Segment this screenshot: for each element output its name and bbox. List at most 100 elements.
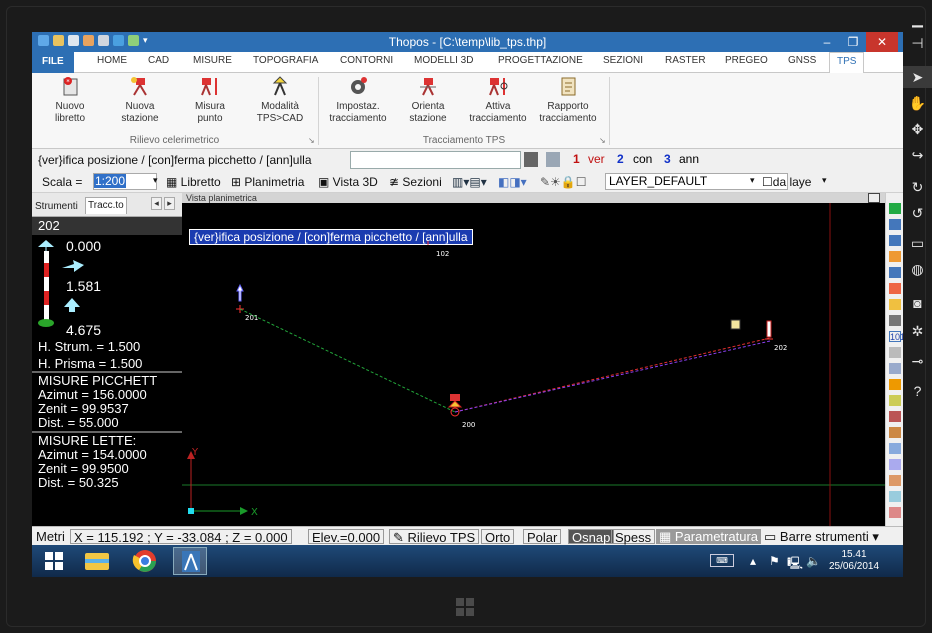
zoom-all-icon[interactable] bbox=[889, 251, 901, 262]
restore-button[interactable]: ❐ bbox=[840, 32, 866, 52]
drawing-canvas[interactable]: 102 201 200 202 X Y bbox=[182, 193, 885, 526]
option-2-label[interactable]: con bbox=[633, 152, 652, 166]
extend-icon[interactable] bbox=[889, 427, 901, 438]
vista-3d-button[interactable]: ▣ Vista 3D bbox=[318, 175, 378, 189]
scale-select[interactable]: 1:200 bbox=[93, 173, 157, 190]
tab-file[interactable]: FILE bbox=[32, 52, 74, 73]
clock[interactable]: 15.41 25/06/2014 bbox=[824, 549, 884, 573]
impostaz-tracciamento-button[interactable]: Impostaz. tracciamento bbox=[323, 75, 393, 125]
zoom-window-icon[interactable] bbox=[889, 219, 901, 230]
trim-icon[interactable] bbox=[889, 411, 901, 422]
tab-pregeo[interactable]: PREGEO bbox=[725, 55, 768, 66]
point-number-icon[interactable]: 101 bbox=[889, 331, 903, 342]
tab-topografia[interactable]: TOPOGRAFIA bbox=[253, 55, 318, 66]
gesture-icon[interactable]: ✥ bbox=[903, 118, 932, 140]
rilievo-tps-toggle[interactable]: ✎ Rilievo TPS bbox=[389, 529, 480, 545]
flag-icon[interactable]: ⚑ bbox=[769, 554, 780, 568]
tab-misure[interactable]: MISURE bbox=[193, 55, 232, 66]
tab-contorni[interactable]: CONTORNI bbox=[340, 55, 393, 66]
tab-progettazione[interactable]: PROGETTAZIONE bbox=[498, 55, 583, 66]
hand-pan-icon[interactable] bbox=[889, 299, 901, 310]
elevation[interactable]: Elev.=0.000 bbox=[308, 529, 385, 545]
tab-sezioni[interactable]: SEZIONI bbox=[603, 55, 643, 66]
tabs-prev-icon[interactable]: ◂ bbox=[151, 197, 162, 210]
camera-icon[interactable]: ◙ bbox=[903, 292, 932, 314]
tab-modelli-3d[interactable]: MODELLI 3D bbox=[414, 55, 473, 66]
rotate-cw-icon[interactable]: ↻ bbox=[903, 176, 932, 198]
tray-expand-icon[interactable]: ▴ bbox=[750, 554, 756, 568]
tab-raster[interactable]: RASTER bbox=[665, 55, 706, 66]
zoom-in-icon[interactable] bbox=[889, 203, 901, 214]
prism-icon[interactable] bbox=[730, 319, 741, 330]
zoom-out-icon[interactable] bbox=[889, 235, 901, 246]
tabs-next-icon[interactable]: ▸ bbox=[164, 197, 175, 210]
polar-toggle[interactable]: Polar bbox=[523, 529, 562, 545]
layer-dropdown-icon[interactable]: ▾ bbox=[750, 175, 755, 186]
layout-icon[interactable]: ▥▾▤▾ bbox=[452, 175, 487, 189]
minimize-button[interactable]: – bbox=[814, 32, 840, 52]
plan-view[interactable]: Vista planimetrica {ver}ifica posizione … bbox=[182, 193, 885, 526]
tab-tps[interactable]: TPS bbox=[829, 52, 865, 74]
circle-icon[interactable] bbox=[889, 395, 901, 406]
misura-punto-button[interactable]: Misura punto bbox=[175, 75, 245, 125]
libretto-button[interactable]: ▦ Libretto bbox=[166, 175, 221, 189]
minimize-panel-icon[interactable]: ▁ bbox=[903, 8, 932, 30]
option-1-label[interactable]: ver bbox=[588, 152, 605, 166]
command-input[interactable] bbox=[350, 151, 521, 169]
layer-select[interactable]: LAYER_DEFAULT bbox=[605, 173, 788, 190]
orienta-stazione-button[interactable]: Orienta stazione bbox=[393, 75, 463, 125]
tracciamento-launcher-icon[interactable]: ↘ bbox=[599, 136, 606, 145]
tab-cad[interactable]: CAD bbox=[148, 55, 169, 66]
settings-icon[interactable]: ✲ bbox=[903, 320, 932, 342]
offset-icon[interactable] bbox=[889, 443, 901, 454]
text-icon[interactable] bbox=[889, 475, 901, 486]
plugin-icon[interactable]: ⊸ bbox=[903, 350, 932, 372]
calculator-icon[interactable] bbox=[524, 152, 538, 167]
planimetria-button[interactable]: ⊞ Planimetria bbox=[231, 175, 304, 189]
thopos-taskbar-icon[interactable] bbox=[173, 547, 207, 575]
tab-gnss[interactable]: GNSS bbox=[788, 55, 816, 66]
help-icon[interactable]: ? bbox=[903, 380, 932, 402]
option-2-number[interactable]: 2 bbox=[617, 152, 624, 166]
windows-home-button[interactable] bbox=[456, 598, 476, 618]
scale-dropdown-icon[interactable]: ▾ bbox=[153, 175, 158, 186]
file-explorer-icon[interactable] bbox=[80, 547, 114, 575]
nuovo-libretto-button[interactable]: * Nuovo libretto bbox=[35, 75, 105, 125]
zoom-prev-icon[interactable] bbox=[889, 267, 901, 278]
globe-icon[interactable]: ◍ bbox=[903, 258, 932, 280]
rotate-ccw-icon[interactable]: ↺ bbox=[903, 202, 932, 224]
measure-icon[interactable] bbox=[889, 315, 901, 326]
line-icon[interactable] bbox=[889, 347, 901, 358]
volume-icon[interactable]: 🔈 bbox=[806, 554, 821, 568]
fillet-icon[interactable] bbox=[889, 459, 901, 470]
pin-icon[interactable]: ⊣ bbox=[903, 32, 932, 54]
option-1-number[interactable]: 1 bbox=[573, 152, 580, 166]
da-layer-checkbox[interactable]: ☐da laye bbox=[762, 175, 811, 189]
swipe-icon[interactable]: ↪ bbox=[903, 144, 932, 166]
attiva-tracciamento-button[interactable]: Attiva tracciamento bbox=[463, 75, 533, 125]
layer-state-icon[interactable]: ✎☀🔒☐ bbox=[540, 175, 587, 189]
network-icon[interactable]: 🖳 bbox=[787, 554, 803, 575]
layers-icon[interactable]: ◧◨▾ bbox=[498, 175, 527, 189]
orto-toggle[interactable]: Orto bbox=[481, 529, 515, 545]
rapporto-tracciamento-button[interactable]: Rapporto tracciamento bbox=[533, 75, 603, 125]
keyboard-icon[interactable]: ⌨ bbox=[710, 554, 734, 567]
tab-tracciamento[interactable]: Tracc.to bbox=[85, 197, 127, 214]
nuova-stazione-button[interactable]: Nuova stazione bbox=[105, 75, 175, 125]
modalita-tps-cad-button[interactable]: Modalità TPS>CAD bbox=[245, 75, 315, 125]
hatch-icon[interactable] bbox=[889, 507, 901, 518]
tab-home[interactable]: HOME bbox=[97, 55, 127, 66]
barre-strumenti-menu[interactable]: ▭ Barre strumenti ▾ bbox=[761, 529, 882, 544]
option-3-number[interactable]: 3 bbox=[664, 152, 671, 166]
arc-icon[interactable] bbox=[889, 379, 901, 390]
hand-icon[interactable]: ✋ bbox=[903, 92, 932, 114]
spess-toggle[interactable]: Spess bbox=[611, 529, 656, 545]
pointer-icon[interactable]: ➤ bbox=[903, 66, 932, 88]
tab-strumenti[interactable]: Strumenti bbox=[35, 201, 78, 212]
polyline-icon[interactable] bbox=[889, 363, 901, 374]
chrome-icon[interactable] bbox=[128, 547, 162, 575]
parametratura-toggle[interactable]: ▦ Parametratura bbox=[656, 529, 761, 544]
pan-icon[interactable] bbox=[889, 283, 901, 294]
notes-icon[interactable] bbox=[546, 152, 560, 167]
rilievo-launcher-icon[interactable]: ↘ bbox=[308, 136, 315, 145]
